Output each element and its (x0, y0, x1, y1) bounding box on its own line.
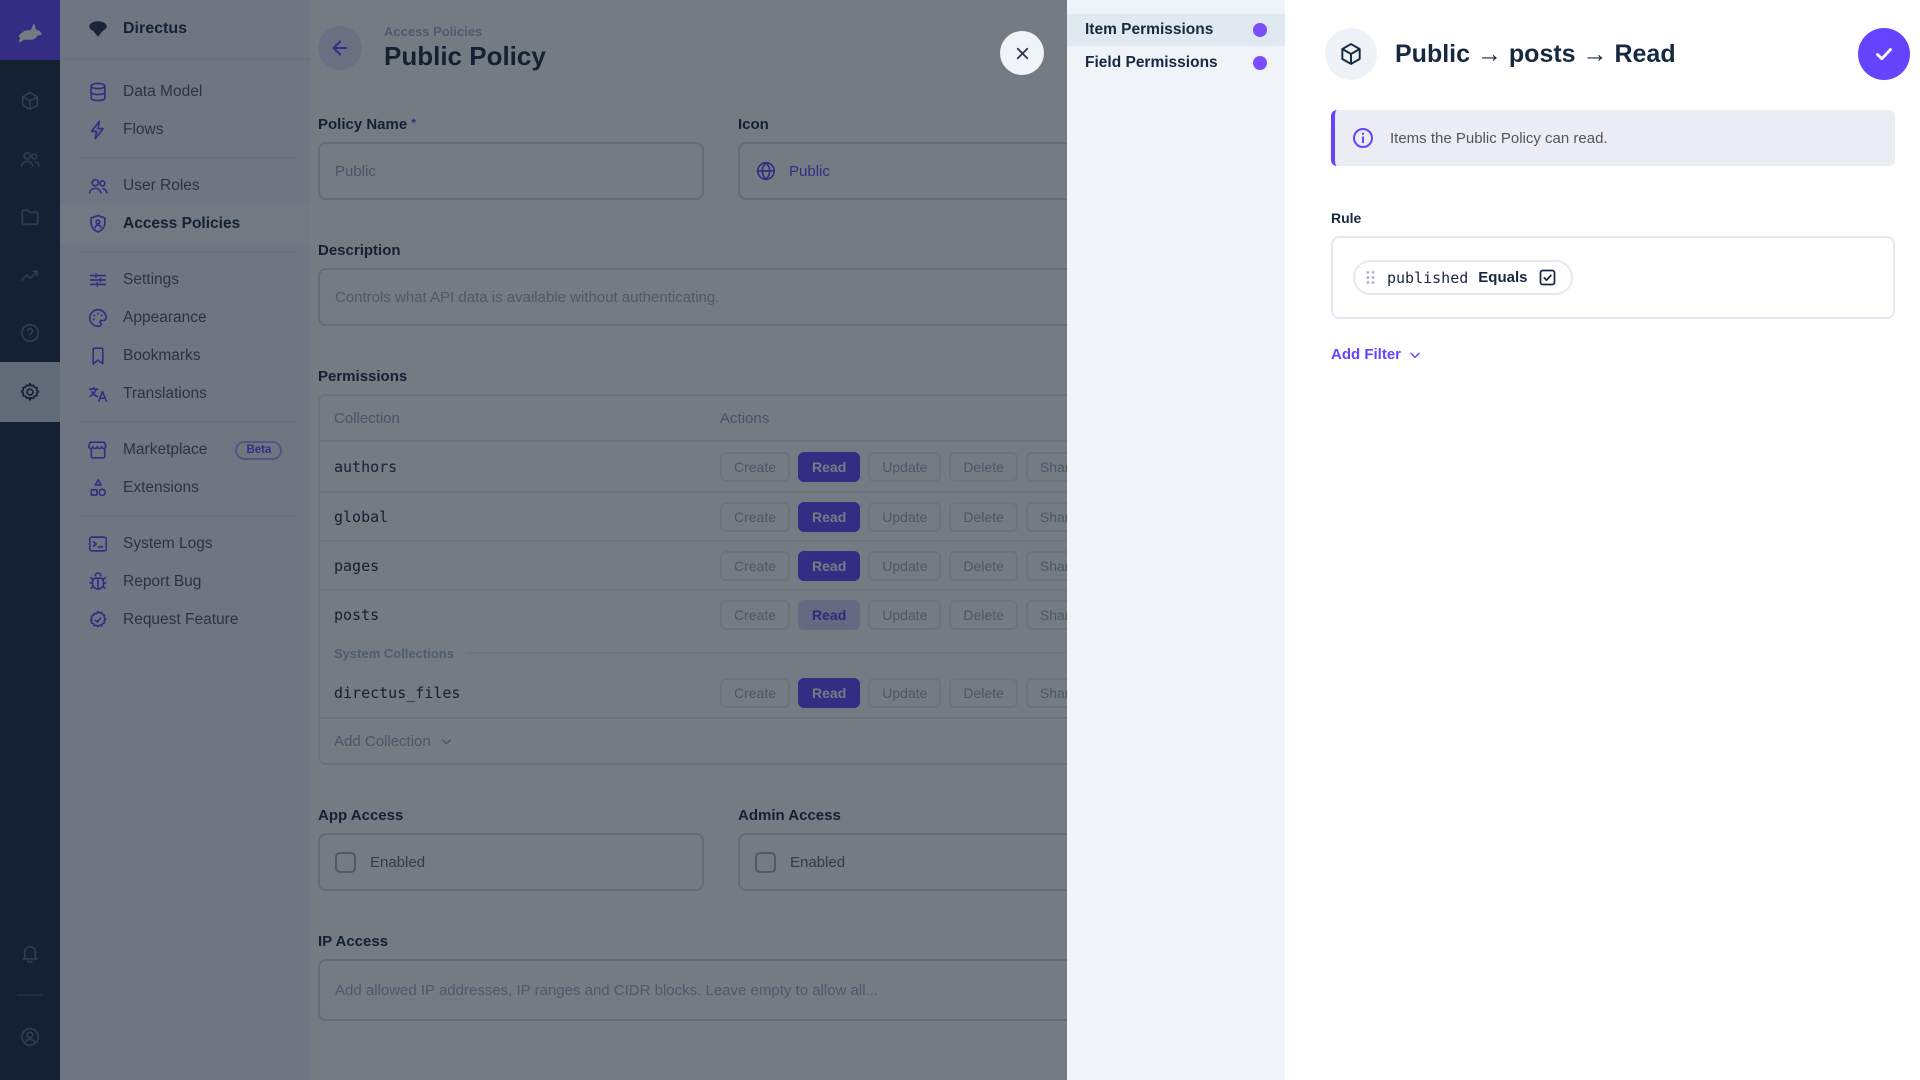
drag-handle-icon[interactable] (1364, 269, 1377, 286)
add-filter-button[interactable]: Add Filter (1331, 346, 1423, 363)
close-drawer-button[interactable] (1000, 31, 1044, 75)
drawer-tab-label: Item Permissions (1085, 21, 1214, 38)
rule-card: published Equals (1331, 236, 1895, 319)
drawer-tab-item-permissions[interactable]: Item Permissions (1067, 14, 1285, 46)
rules-indicator-dot (1253, 56, 1267, 70)
close-icon (1013, 44, 1032, 63)
drawer-title: Public → posts → Read (1395, 39, 1676, 68)
rule-label: Rule (1331, 210, 1362, 226)
filter-field-name[interactable]: published (1387, 269, 1468, 287)
permissions-drawer: Item Permissions Field Permissions Public… (1067, 0, 1920, 1080)
drawer-sidebar: Item Permissions Field Permissions (1067, 0, 1285, 1080)
chevron-down-icon (1407, 347, 1423, 363)
drawer-tab-field-permissions[interactable]: Field Permissions (1067, 47, 1285, 79)
drawer-tab-label: Field Permissions (1085, 54, 1218, 71)
notice-text: Items the Public Policy can read. (1390, 129, 1608, 147)
box-icon (1325, 28, 1377, 80)
drawer-header: Public → posts → Read (1285, 0, 1920, 108)
add-filter-label: Add Filter (1331, 346, 1401, 363)
filter-operator[interactable]: Equals (1478, 269, 1527, 286)
check-icon (1872, 42, 1896, 66)
notice-banner: Items the Public Policy can read. (1331, 110, 1895, 166)
filter-row[interactable]: published Equals (1353, 260, 1574, 295)
save-button[interactable] (1858, 28, 1910, 80)
rules-indicator-dot (1253, 23, 1267, 37)
checkbox-checked-icon[interactable] (1537, 267, 1558, 288)
info-icon (1351, 126, 1375, 150)
drawer-main: Public → posts → Read Items the Public P… (1285, 0, 1920, 1080)
